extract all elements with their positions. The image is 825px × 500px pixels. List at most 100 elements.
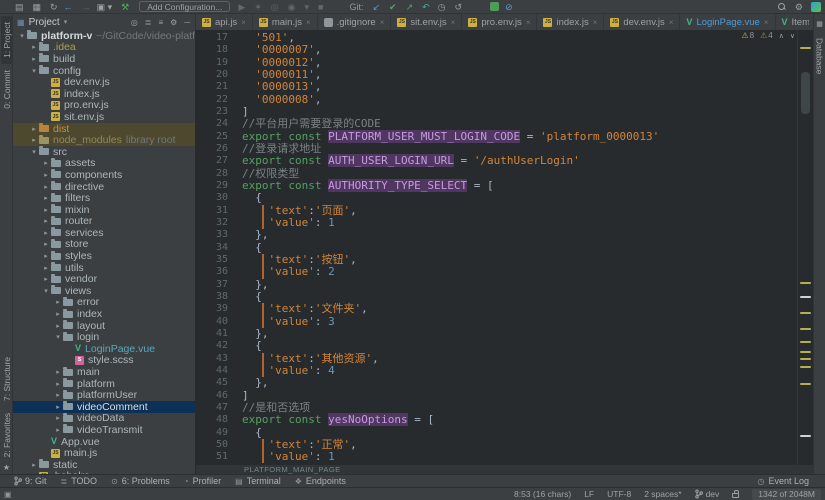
tree-chevron-icon[interactable]: ▸ (29, 136, 39, 144)
tree-item-views[interactable]: ▾views (13, 285, 195, 297)
tree-chevron-icon[interactable]: ▸ (41, 229, 51, 237)
tree-item-static[interactable]: ▸static (13, 459, 195, 471)
next-warning-icon[interactable]: ∨ (790, 32, 795, 40)
tree-item-build[interactable]: ▸build (13, 53, 195, 65)
tree-chevron-icon[interactable]: ▸ (41, 252, 51, 260)
bottom-tab-terminal[interactable]: ▤Terminal (235, 476, 281, 486)
tree-chevron-icon[interactable]: ▸ (53, 403, 63, 411)
close-icon[interactable]: × (241, 18, 246, 27)
chevron-down-icon[interactable]: ▾ (64, 18, 68, 26)
tree-chevron-icon[interactable]: ▾ (29, 148, 39, 156)
forward-icon[interactable]: → (82, 0, 91, 14)
close-icon[interactable]: × (526, 18, 531, 27)
tree-chevron-icon[interactable]: ▸ (53, 368, 63, 376)
event-log-button[interactable]: ◷Event Log (757, 476, 809, 486)
tree-item-app-vue[interactable]: VApp.vue (13, 436, 195, 448)
tree-item-filters[interactable]: ▸filters (13, 192, 195, 204)
tree-item-style-scss[interactable]: Sstyle.scss (13, 355, 195, 367)
profile-icon[interactable]: ◉ (288, 0, 296, 14)
git-update-icon[interactable]: ↙ (373, 0, 381, 14)
local-history-icon[interactable]: ◷ (438, 0, 446, 14)
editor-tab-dev-env-js[interactable]: JSdev.env.js× (604, 14, 680, 30)
close-icon[interactable]: × (593, 18, 598, 27)
open-folder-icon[interactable]: ▤ (15, 0, 24, 14)
tree-chevron-icon[interactable]: ▸ (53, 391, 63, 399)
git-branch[interactable]: dev (695, 489, 720, 499)
panel-settings-icon[interactable]: ⚙ (170, 18, 177, 27)
tool-strip-commit[interactable]: 0: Commit (1, 64, 13, 115)
editor-tab-main-js[interactable]: JSmain.js× (253, 14, 318, 30)
tree-item-vendor[interactable]: ▸vendor (13, 273, 195, 285)
bottom-tab-9-git[interactable]: 9: Git (14, 476, 47, 486)
tree-item-router[interactable]: ▸router (13, 216, 195, 228)
tree-chevron-icon[interactable]: ▸ (53, 298, 63, 306)
close-icon[interactable]: × (669, 18, 674, 27)
tool-window-switcher-icon[interactable]: ▣ (4, 490, 12, 499)
select-opened-file-icon[interactable]: ◎ (131, 18, 138, 27)
tree-item-pro-env-js[interactable]: JSpro.env.js (13, 100, 195, 112)
scrollbar-thumb[interactable] (801, 72, 810, 114)
tree-chevron-icon[interactable]: ▸ (41, 171, 51, 179)
tree-item-sit-env-js[interactable]: JSsit.env.js (13, 111, 195, 123)
tool-strip-structure[interactable]: 7: Structure (1, 351, 13, 407)
close-icon[interactable]: × (764, 18, 769, 27)
tree-chevron-icon[interactable]: ▸ (41, 183, 51, 191)
tree-chevron-icon[interactable]: ▸ (41, 264, 51, 272)
memory-indicator[interactable]: 1342 of 2048M (752, 489, 821, 500)
hide-panel-icon[interactable]: ─ (184, 18, 190, 27)
tool-strip-favorites[interactable]: 2: Favorites (1, 407, 13, 463)
git-commit-icon[interactable]: ✔ (389, 0, 397, 14)
bottom-tab-profiler[interactable]: ◔Profiler (184, 476, 221, 486)
readonly-lock[interactable] (732, 490, 739, 498)
tree-chevron-icon[interactable]: ▾ (53, 333, 63, 341)
stop-icon[interactable]: ■ (318, 0, 323, 14)
bottom-tab-endpoints[interactable]: ❖Endpoints (295, 476, 346, 486)
tree-item-node-modules[interactable]: ▸node_moduleslibrary root (13, 134, 195, 146)
editor-tab-pro-env-js[interactable]: JSpro.env.js× (462, 14, 537, 30)
pin-icon[interactable]: ⊘ (505, 0, 513, 14)
bottom-tab-6-problems[interactable]: ⊙6: Problems (111, 476, 170, 486)
tree-item-main[interactable]: ▸main (13, 366, 195, 378)
editor-scrollbar[interactable] (797, 30, 813, 465)
tree-item-assets[interactable]: ▸assets (13, 158, 195, 170)
close-icon[interactable]: × (451, 18, 456, 27)
project-panel-title[interactable]: Project (29, 17, 60, 28)
search-everywhere-icon[interactable] (778, 3, 787, 12)
encoding[interactable]: UTF-8 (607, 489, 631, 499)
tree-chevron-icon[interactable]: ▸ (41, 159, 51, 167)
tree-item-login[interactable]: ▾login (13, 331, 195, 343)
tree-item-platform-vue-web[interactable]: ▾platform-vue-web~/GitCode/video-platf (13, 30, 195, 42)
tree-item-config[interactable]: ▾config (13, 65, 195, 77)
run-dropdown-icon[interactable]: ▾ (305, 0, 310, 14)
collapse-all-icon[interactable]: ≡ (158, 18, 163, 27)
settings-gear-icon[interactable]: ⚙ (795, 0, 803, 14)
editor-tab-sit-env-js[interactable]: JSsit.env.js× (391, 14, 462, 30)
tree-chevron-icon[interactable]: ▸ (29, 461, 39, 469)
tree-item-index-js[interactable]: JSindex.js (13, 88, 195, 100)
tree-item-store[interactable]: ▸store (13, 239, 195, 251)
tree-item-videocomment[interactable]: ▸videoComment (13, 401, 195, 413)
tree-item--idea[interactable]: ▸.idea (13, 42, 195, 54)
tree-chevron-icon[interactable]: ▸ (29, 55, 39, 63)
tree-item-src[interactable]: ▾src (13, 146, 195, 158)
tree-chevron-icon[interactable]: ▾ (29, 67, 39, 75)
tree-chevron-icon[interactable]: ▸ (29, 125, 39, 133)
tree-item-loginpage-vue[interactable]: VLoginPage.vue (13, 343, 195, 355)
run-config-icon[interactable]: ▣ ▾ (97, 0, 113, 14)
close-icon[interactable]: × (306, 18, 311, 27)
tree-chevron-icon[interactable]: ▸ (53, 426, 63, 434)
tool-strip-database[interactable]: Database (815, 38, 825, 74)
tree-item-components[interactable]: ▸components (13, 169, 195, 181)
editor-tab--gitignore[interactable]: .gitignore× (318, 14, 392, 30)
add-configuration-button[interactable]: Add Configuration... (139, 1, 230, 12)
tree-item-dev-env-js[interactable]: JSdev.env.js (13, 76, 195, 88)
editor-tab-index-js[interactable]: JSindex.js× (537, 14, 604, 30)
tree-item-index[interactable]: ▸index (13, 308, 195, 320)
editor-tab-api-js[interactable]: JSapi.js× (196, 14, 253, 30)
tree-item-utils[interactable]: ▸utils (13, 262, 195, 274)
tree-chevron-icon[interactable]: ▸ (41, 194, 51, 202)
tree-chevron-icon[interactable]: ▸ (41, 206, 51, 214)
tree-chevron-icon[interactable]: ▾ (17, 32, 27, 40)
tree-item-main-js[interactable]: JSmain.js (13, 447, 195, 459)
tree-item-mixin[interactable]: ▸mixin (13, 204, 195, 216)
